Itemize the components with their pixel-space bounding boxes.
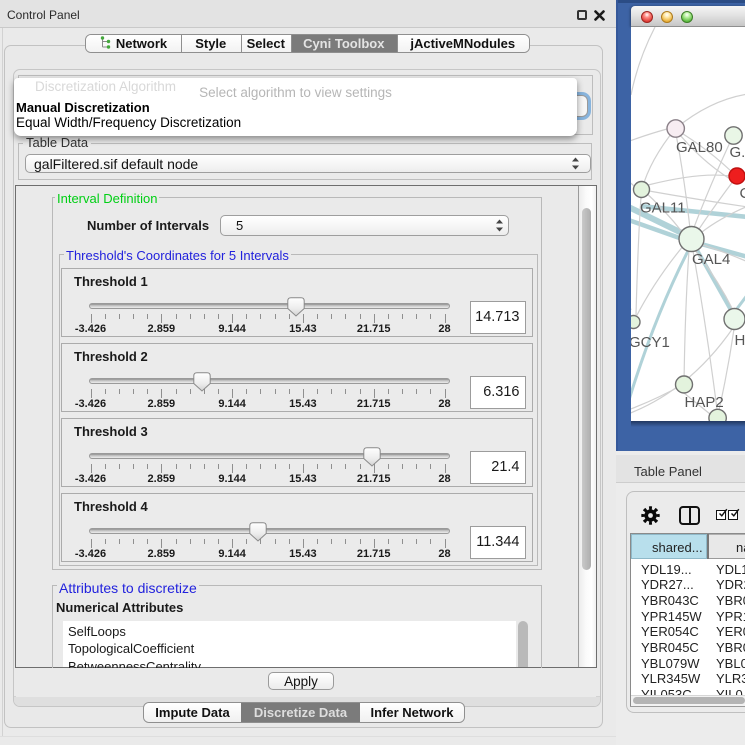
svg-text:HAP2: HAP2 <box>685 394 724 411</box>
svg-text:GAL80: GAL80 <box>676 139 723 156</box>
svg-text:GAL4: GAL4 <box>692 251 730 268</box>
svg-text:GCY1: GCY1 <box>631 334 670 351</box>
svg-text:GAL11: GAL11 <box>640 200 686 217</box>
svg-text:C: C <box>740 185 745 202</box>
svg-text:H: H <box>735 332 745 349</box>
svg-text:G.: G. <box>730 144 745 161</box>
